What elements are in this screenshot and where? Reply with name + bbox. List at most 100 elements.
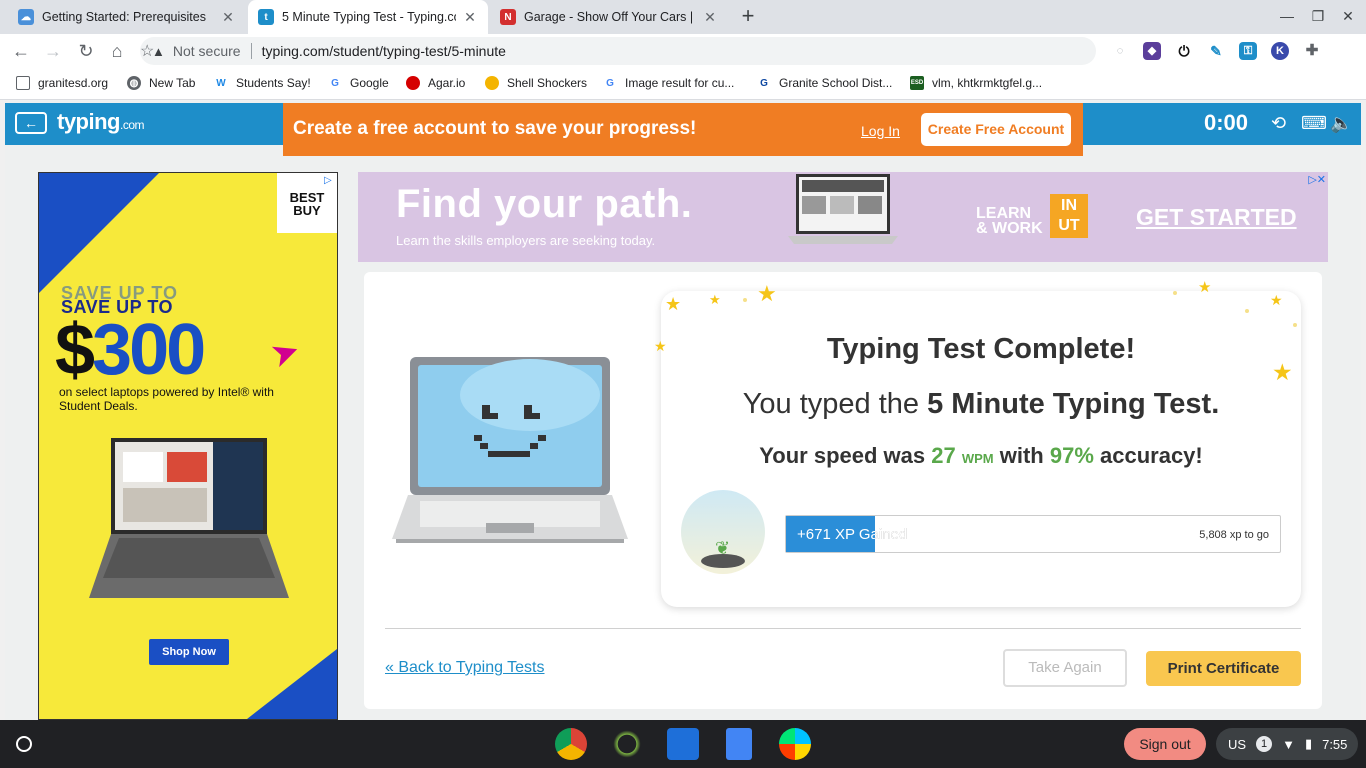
tab-typing-test[interactable]: t 5 Minute Typing Test - Typing.co ✕ (248, 0, 488, 34)
bookmark-new-tab[interactable]: ◍ New Tab (127, 76, 195, 90)
volume-icon[interactable]: 🔈 (1330, 113, 1352, 134)
tab-title: 5 Minute Typing Test - Typing.co (282, 10, 456, 24)
web-page: ← typing.com 0:00 ⟲ ⌨ 🔈 Create a free ac… (5, 101, 1361, 720)
xp-to-go-label: 5,808 xp to go (1199, 529, 1269, 541)
test-timer: 0:00 (1204, 110, 1249, 135)
cube-extension-icon[interactable]: ◆ (1143, 42, 1161, 60)
bookmark-granite-school[interactable]: G Granite School Dist... (757, 76, 892, 90)
login-link[interactable]: Log In (861, 123, 900, 139)
xp-progress-fill: +671 XP Gained (786, 516, 907, 552)
xp-gained-label-overlay: +671 XP Gained (797, 526, 908, 543)
broom-extension-icon[interactable]: ✎ (1207, 42, 1225, 60)
folder-icon (16, 76, 30, 90)
n-favicon-icon: N (500, 9, 516, 25)
star-icon: ★ (709, 292, 721, 307)
bookmark-label: Google (350, 76, 389, 90)
chrome-icon[interactable] (555, 728, 587, 760)
ad-learn-work: LEARN & WORK (976, 206, 1043, 237)
promo-message: Create a free account to save your progr… (293, 118, 697, 139)
back-button[interactable]: ← (15, 112, 47, 134)
k-extension-icon[interactable]: K (1271, 42, 1289, 60)
minimize-icon[interactable]: — (1279, 8, 1295, 24)
bookmark-star-icon[interactable]: ☆ (140, 41, 154, 61)
speed-prefix: Your speed was (759, 443, 932, 468)
ad-subtext: Learn the skills employers are seeking t… (396, 233, 656, 248)
keyboard-off-icon[interactable]: ⌨ (1301, 113, 1327, 134)
google-docs-icon[interactable] (726, 728, 752, 760)
card-divider (385, 628, 1301, 629)
level-avatar: ❦ (681, 490, 765, 574)
status-tray[interactable]: US 1 ▼ ▮ 7:55 (1216, 728, 1358, 760)
battery-icon: ▮ (1304, 736, 1313, 751)
sparkle-dot (1293, 323, 1297, 327)
clock: 7:55 (1322, 736, 1348, 752)
launcher-icon[interactable] (16, 736, 32, 752)
back-to-typing-tests-link[interactable]: « Back to Typing Tests (385, 659, 545, 677)
print-certificate-button[interactable]: Print Certificate (1146, 651, 1301, 686)
bookmark-label: Students Say! (236, 76, 311, 90)
ad-body-text: on select laptops powered by Intel® with… (59, 385, 274, 413)
g-icon: G (760, 77, 768, 89)
new-tab-icon[interactable]: + (736, 5, 760, 29)
laptop-image (89, 438, 289, 598)
bookmark-label: vlm, khtkrmktgfel.g... (932, 76, 1043, 90)
close-window-icon[interactable]: ✕ (1340, 8, 1356, 25)
omnibox-divider (250, 43, 252, 59)
test-name: 5 Minute Typing Test. (927, 388, 1220, 420)
bookmark-image-result[interactable]: G Image result for cu... (603, 76, 734, 90)
site-logo[interactable]: typing.com (57, 109, 145, 135)
close-tab-icon[interactable]: ✕ (462, 9, 478, 26)
speed-suffix: accuracy! (1093, 443, 1203, 468)
history-icon[interactable]: ⟲ (1271, 113, 1286, 134)
bookmark-label: Granite School Dist... (779, 76, 893, 90)
learn-in-work-out-ad[interactable]: Find your path. Learn the skills employe… (358, 172, 1328, 262)
globe-icon: ◍ (127, 76, 141, 90)
tab-getting-started[interactable]: ☁ Getting Started: Prerequisites ✕ (8, 0, 246, 34)
bookmark-agar[interactable]: Agar.io (406, 76, 465, 90)
ad-in-out-badge: IN UT (1050, 194, 1088, 238)
bookmark-google[interactable]: G Google (328, 76, 389, 90)
laptop-image (788, 174, 898, 244)
key-extension-icon[interactable]: ⚿ (1239, 42, 1257, 60)
create-account-button[interactable]: Create Free Account (921, 113, 1071, 146)
bookmark-esd[interactable]: ESD vlm, khtkrmktgfel.g... (910, 76, 1042, 90)
bookmark-shell-shockers[interactable]: Shell Shockers (485, 76, 587, 90)
loading-extension-icon[interactable]: ◌ (1111, 42, 1129, 60)
sign-out-button[interactable]: Sign out (1124, 728, 1206, 760)
accuracy-value: 97% (1049, 443, 1094, 468)
bookmark-students-say[interactable]: W Students Say! (214, 76, 311, 90)
ad-decoration (39, 173, 159, 293)
xodo-app-icon[interactable] (667, 728, 699, 760)
bestbuy-ad[interactable]: BEST BUY ▷ SAVE UP TO SAVE UP TO $300 ➤ … (38, 172, 338, 720)
power-extension-icon[interactable]: ⏻ (1175, 42, 1193, 60)
bookmark-granitesd[interactable]: granitesd.org (16, 76, 108, 90)
shop-now-button[interactable]: Shop Now (149, 639, 229, 665)
sparkle-dot (1245, 309, 1249, 313)
reload-icon[interactable]: ↻ (75, 40, 97, 62)
ad-close-icon[interactable]: ▷✕ (1308, 173, 1326, 186)
take-again-button[interactable]: Take Again (1003, 649, 1127, 687)
in-text: IN (1061, 197, 1077, 214)
tab-garage[interactable]: N Garage - Show Off Your Cars | N ✕ (490, 0, 728, 34)
get-started-link[interactable]: GET STARTED (1136, 204, 1297, 231)
play-store-icon[interactable] (779, 728, 811, 760)
account-promo-banner: Create a free account to save your progr… (283, 103, 1083, 156)
ad-headline: Find your path. (396, 182, 693, 226)
close-tab-icon[interactable]: ✕ (702, 9, 718, 26)
home-icon[interactable]: ⌂ (106, 40, 128, 62)
logo-text: typing (57, 109, 121, 134)
back-arrow-icon[interactable]: ← (10, 40, 32, 62)
chromeos-shelf: Sign out US 1 ▼ ▮ 7:55 (0, 720, 1366, 768)
address-bar[interactable]: ▲ Not secure typing.com/student/typing-t… (140, 37, 1096, 65)
amount-value: 300 (92, 310, 206, 390)
url-text[interactable]: typing.com/student/typing-test/5-minute (262, 43, 506, 59)
close-tab-icon[interactable]: ✕ (220, 9, 236, 26)
esd-icon: ESD (910, 76, 924, 90)
forward-arrow-icon[interactable]: → (42, 40, 64, 62)
ad-decoration (247, 649, 337, 719)
puzzle-extensions-icon[interactable]: ✚ (1303, 42, 1321, 60)
adchoices-icon[interactable]: ▷ (324, 175, 332, 186)
loading-app-icon[interactable] (611, 728, 643, 760)
cursor-arrow-icon: ➤ (265, 330, 306, 376)
restore-icon[interactable]: ❐ (1310, 8, 1326, 25)
